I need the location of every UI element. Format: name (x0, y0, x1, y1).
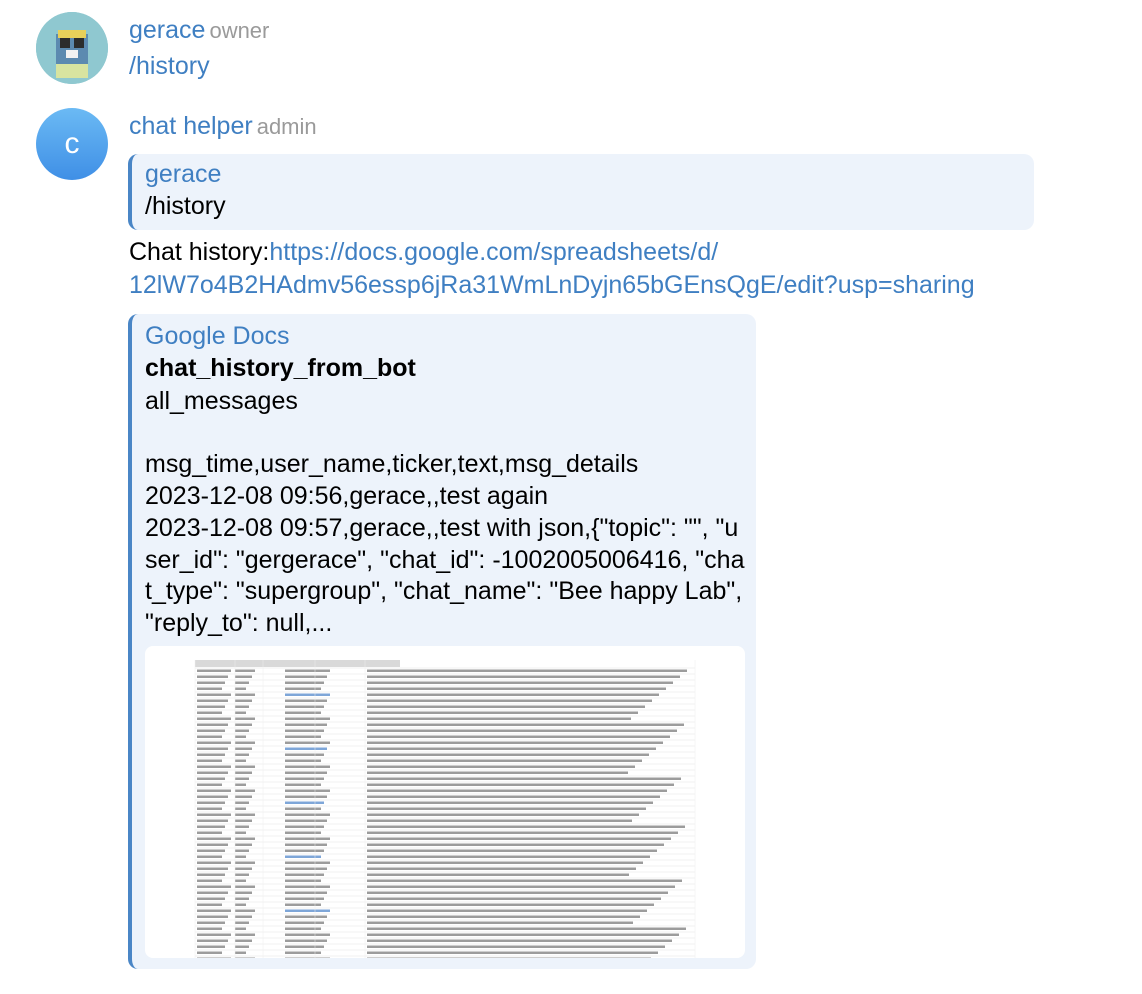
message-author[interactable]: gerace owner (129, 16, 269, 45)
reply-quote[interactable]: gerace /history (128, 154, 1034, 230)
avatar-letter: c (64, 127, 80, 160)
author-role: admin (256, 114, 317, 139)
reply-text: /history (145, 192, 226, 220)
message-text-line: Chat history:https://docs.google.com/spr… (129, 238, 718, 267)
link-preview[interactable]: Google Docs chat_history_from_bot all_me… (128, 314, 756, 969)
author-role: owner (209, 18, 270, 43)
message-text[interactable]: /history (129, 52, 210, 81)
author-name[interactable]: gerace (129, 16, 205, 44)
preview-site: Google Docs (145, 322, 290, 350)
preview-description: all_messages msg_time,user_name,ticker,t… (145, 387, 745, 637)
user-avatar-icon (36, 12, 108, 84)
avatar[interactable] (36, 12, 108, 84)
author-name[interactable]: chat helper (129, 112, 253, 140)
spreadsheet-link[interactable]: https://docs.google.com/spreadsheets/d/ (269, 238, 718, 266)
preview-image[interactable] (145, 646, 745, 958)
message-author[interactable]: chat helper admin (129, 112, 317, 141)
spreadsheet-link-continued[interactable]: 12lW7o4B2HAdmv56essp6jRa31WmLnDyjn65bGEn… (129, 271, 975, 300)
reply-author: gerace (145, 160, 222, 188)
preview-title: chat_history_from_bot (145, 354, 416, 382)
spreadsheet-thumbnail-icon (194, 660, 696, 958)
avatar[interactable]: c (36, 108, 108, 180)
message-prefix: Chat history: (129, 238, 270, 266)
